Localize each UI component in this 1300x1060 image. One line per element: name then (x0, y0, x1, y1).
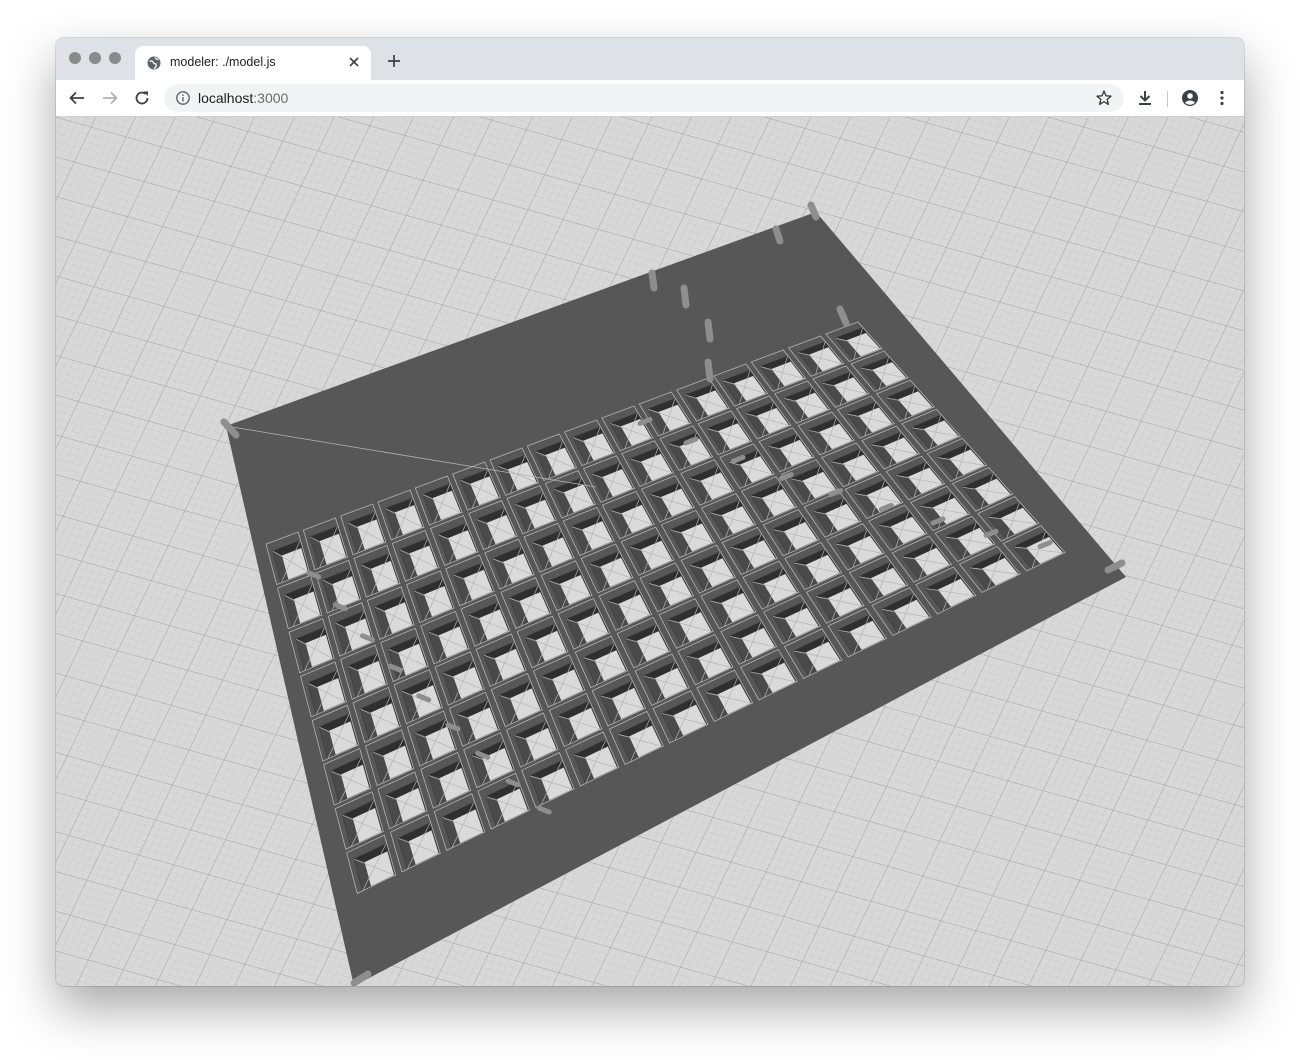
close-icon[interactable] (346, 54, 362, 70)
plus-icon (388, 55, 400, 67)
model-post (807, 201, 820, 221)
model-post (680, 284, 690, 309)
tab-strip: modeler: ./model.js (56, 38, 1244, 80)
account-icon[interactable] (1181, 89, 1199, 107)
forward-arrow-icon[interactable] (101, 89, 119, 107)
model-post (704, 358, 714, 383)
address-bar[interactable]: localhost:3000 (164, 84, 1124, 112)
globe-icon (146, 55, 162, 71)
model-post (648, 269, 658, 292)
download-icon[interactable] (1136, 89, 1154, 107)
model-post (704, 318, 714, 343)
url-host: localhost (198, 90, 254, 106)
window-zoom-button[interactable] (109, 52, 121, 64)
reload-icon[interactable] (133, 89, 151, 107)
3d-viewport[interactable] (56, 117, 1244, 986)
url-text: localhost:3000 (198, 90, 288, 106)
window-minimize-button[interactable] (89, 52, 101, 64)
new-tab-button[interactable] (386, 53, 402, 69)
star-icon[interactable] (1095, 89, 1113, 107)
window-close-button[interactable] (69, 52, 81, 64)
tab-modeler[interactable]: modeler: ./model.js (135, 46, 371, 80)
browser-toolbar: localhost:3000 (56, 80, 1244, 117)
model-post (772, 225, 784, 245)
info-icon[interactable] (175, 90, 191, 106)
more-vertical-icon[interactable] (1213, 89, 1231, 107)
browser-window: modeler: ./model.js localhost:3000 (56, 38, 1244, 986)
back-arrow-icon[interactable] (68, 89, 86, 107)
tab-title: modeler: ./model.js (170, 55, 276, 69)
toolbar-divider (1167, 91, 1168, 107)
url-port: :3000 (253, 90, 289, 106)
scene-canvas (56, 117, 1244, 986)
